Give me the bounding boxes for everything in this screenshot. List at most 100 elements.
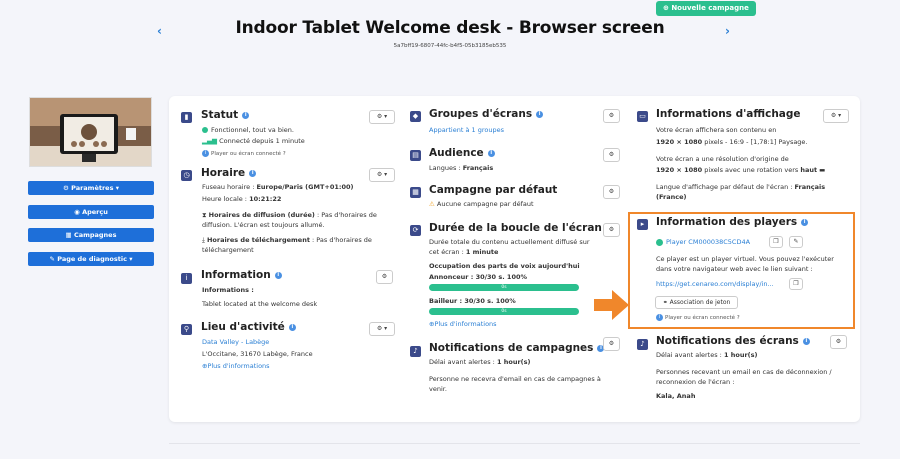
default-campaign-icon: ▦ [410,187,421,198]
status-ok: Fonctionnel, tout va bien. [202,125,294,135]
native-resolution: 1920 × 1080 pixels avec une rotation ver… [656,166,826,174]
groups-icon: ◆ [410,111,421,122]
players-highlight-box [628,212,855,329]
settings-icon: ⚙ ▾ [376,171,388,178]
status-menu-button[interactable]: ⚙ ▾ [369,110,395,124]
information-icon: i [181,273,192,284]
location-more-link[interactable]: ⊕Plus d'informations [202,361,270,371]
audience-languages: Langues : Français [429,164,494,172]
footer-divider [169,443,860,444]
groups-link[interactable]: Appartient à 1 groupes [429,125,504,135]
display-line-1: Votre écran affichera son contenu en [656,126,777,134]
schedule-title: Horaire i [201,167,257,179]
settings-icon: ⚙ [608,226,615,233]
schedule-menu-button[interactable]: ⚙ ▾ [369,168,395,182]
information-label: Informations : [202,286,254,294]
page-title: Indoor Tablet Welcome desk - Browser scr… [235,18,665,38]
settings-icon: ⚙ [835,338,842,345]
settings-icon: ⚙ [608,112,615,119]
default-campaign-settings-button[interactable]: ⚙ [603,185,620,199]
loop-more-link[interactable]: ⊕Plus d'informations [429,319,497,329]
landlord-share: Bailleur : 30/30 s. 100% [429,297,516,305]
settings-icon: ⚙ [381,273,388,280]
campaign-notifications-title: Notifications de campagnes i [429,342,605,354]
info-icon[interactable]: i [249,169,257,177]
information-text: Tablet located at the welcome desk [202,300,318,308]
groups-title: Groupes d'écrans i [429,108,544,120]
loop-settings-button[interactable]: ⚙ [603,223,620,237]
display-resolution: 1920 × 1080 pixels - 16:9 - [1,78:1] Pay… [656,138,808,146]
default-campaign-text: ⚠ Aucune campagne par défaut [429,200,534,208]
screen-notifications-recipients: Kala, Anah [656,392,696,400]
location-title: Lieu d'activité i [201,321,296,333]
campaign-notifications-icon: ♪ [410,346,421,357]
loop-total: Durée totale du contenu actuellement dif… [429,238,590,256]
settings-icon: ⚙ [608,188,615,195]
eye-icon: ◉ [74,208,83,216]
location-address: L'Occitane, 31670 Labège, France [202,350,313,358]
settings-icon: ⚙ [608,340,615,347]
campaign-alert-delay: Délai avant alertes : 1 hour(s) [429,358,531,366]
settings-icon: ⚙ ▾ [830,112,842,119]
check-icon [202,127,208,133]
diagnostic-page-button[interactable]: ✎ Page de diagnostic ▾ [28,252,154,266]
screen-notifications-settings-button[interactable]: ⚙ [830,335,847,349]
default-campaign-title: Campagne par défaut [429,184,558,196]
share-of-voice-label: Occupation des parts de voix aujourd'hui [429,262,580,270]
status-connected: ▂▄▆ Connecté depuis 1 minute [202,137,305,145]
preview-button[interactable]: ◉ Aperçu [28,205,154,219]
information-settings-button[interactable]: ⚙ [376,270,393,284]
display-info-menu-button[interactable]: ⚙ ▾ [823,109,849,123]
monitor-icon: ▬ [817,166,826,174]
info-icon[interactable]: i [274,271,282,279]
local-time: Heure locale : 10:21:22 [202,195,282,203]
warning-icon: ⚠ [429,200,437,208]
loop-title: Durée de la boucle de l'écran [429,222,602,234]
display-language: Langue d'affichage par défaut de l'écran… [656,183,826,201]
status-title: Statut i [201,109,250,121]
location-menu-button[interactable]: ⚙ ▾ [369,322,395,336]
display-line-2: Votre écran a une résolution d'origine d… [656,155,789,163]
landlord-progress-bar: 0s [429,308,579,315]
hourglass-icon: ⧗ [202,211,209,219]
groups-settings-button[interactable]: ⚙ [603,109,620,123]
audience-title: Audience i [429,147,495,159]
display-info-title: Informations d'affichage [656,108,801,120]
screen-alert-delay: Délai avant alertes : 1 hour(s) [656,351,758,359]
campaign-notifications-settings-button[interactable]: ⚙ [603,337,620,351]
audience-icon: ▤ [410,150,421,161]
settings-icon: ⚙ ▾ [376,113,388,120]
info-icon[interactable]: i [536,110,544,118]
location-name-link[interactable]: Data Valley - Labège [202,337,269,347]
download-hours: ⤓ Horaires de téléchargement : Pas d'hor… [202,236,372,254]
info-icon: i [202,150,209,157]
campaigns-icon: ▦ [65,231,74,239]
info-icon[interactable]: i [487,149,495,157]
info-icon[interactable]: i [802,337,810,345]
screen-notifications-title: Notifications des écrans i [656,335,810,347]
advertiser-share: Annonceur : 30/30 s. 100% [429,273,528,281]
info-icon[interactable]: i [288,323,296,331]
schedule-icon: ◷ [181,170,192,181]
campaigns-button[interactable]: ▦ Campagnes [28,228,154,242]
audience-settings-button[interactable]: ⚙ [603,148,620,162]
location-icon: ⚲ [181,324,192,335]
status-icon: ▮ [181,112,192,123]
screen-thumbnail [29,97,152,167]
signal-icon: ▂▄▆ [202,137,220,145]
screen-notifications-icon: ♪ [637,339,648,350]
parameters-button[interactable]: ⚙ Paramètres ▾ [28,181,154,195]
loop-icon: ⟳ [410,225,421,236]
new-campaign-button[interactable]: ⊕ Nouvelle campagne [656,1,756,16]
information-title: Information i [201,269,282,281]
screen-uuid: 5a7bff19-6807-44fc-b4f5-05b3185eb535 [393,43,507,49]
broadcast-hours: ⧗ Horaires de diffusion (durée) : Pas d'… [202,211,377,229]
timezone: Fuseau horaire : Europe/Paris (GMT+01:00… [202,183,354,191]
advertiser-progress-bar: 0s [429,284,579,291]
screen-notifications-text: Personnes recevant un email en cas de dé… [656,368,832,386]
gear-icon: ⚙ [63,184,72,192]
display-info-icon: ▭ [637,111,648,122]
highlight-arrow-icon [594,288,630,326]
player-connected-link[interactable]: i Player ou écran connecté ? [202,150,286,158]
info-icon[interactable]: i [242,111,250,119]
